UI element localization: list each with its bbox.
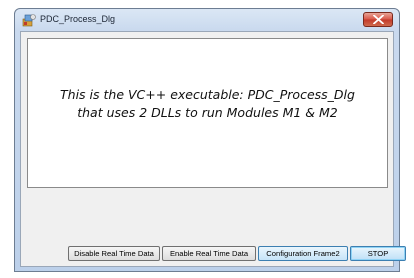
- info-line-2: that uses 2 DLLs to run Modules M1 & M2: [77, 105, 338, 120]
- stop-button[interactable]: STOP: [350, 246, 406, 261]
- info-text: This is the VC++ executable: PDC_Process…: [28, 86, 387, 122]
- info-panel: This is the VC++ executable: PDC_Process…: [27, 38, 388, 188]
- configuration-frame2-button[interactable]: Configuration Frame2: [258, 246, 348, 261]
- dialog-window: PDC_Process_Dlg This is the VC++ executa…: [14, 8, 406, 272]
- close-button[interactable]: [363, 12, 393, 27]
- dialog-client-area: This is the VC++ executable: PDC_Process…: [20, 31, 406, 267]
- close-icon: [373, 15, 384, 24]
- info-line-1: This is the VC++ executable: PDC_Process…: [60, 87, 355, 102]
- app-icon: [22, 13, 36, 27]
- disable-real-time-data-button[interactable]: Disable Real Time Data: [68, 246, 160, 261]
- enable-real-time-data-button[interactable]: Enable Real Time Data: [162, 246, 256, 261]
- title-bar[interactable]: PDC_Process_Dlg: [15, 9, 399, 31]
- window-title: PDC_Process_Dlg: [40, 14, 116, 24]
